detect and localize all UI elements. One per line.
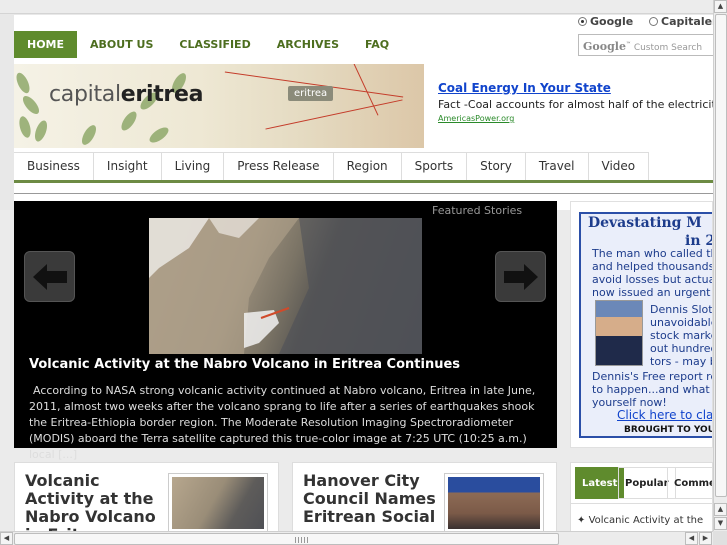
top-navigation: HOME ABOUT US CLASSIFIED ARCHIVES FAQ: [14, 31, 402, 58]
radio-empty-icon: [649, 17, 658, 26]
nav-archives[interactable]: ARCHIVES: [264, 31, 352, 58]
ad-side-line: tors - may b: [650, 355, 713, 368]
tabs-divider: [571, 503, 712, 504]
leaf-icon: [147, 124, 171, 146]
scroll-up-icon[interactable]: ▲: [714, 0, 727, 13]
ad-line: now issued an urgent w: [592, 286, 713, 299]
green-divider: [14, 180, 713, 183]
category-business[interactable]: Business: [14, 153, 94, 180]
ad-line: avoid losses but actuall: [592, 273, 713, 286]
ad-side-line: unavoidable: [650, 316, 713, 329]
scroll-left-icon[interactable]: ◀: [685, 532, 698, 545]
scroll-right-icon[interactable]: ▶: [699, 532, 712, 545]
ad-side-line: stock marke: [650, 329, 713, 342]
nav-about-us[interactable]: ABOUT US: [77, 31, 166, 58]
top-strip: [0, 0, 713, 14]
satellite-image: [149, 218, 422, 354]
ad-line: to happen...and what yo: [592, 383, 713, 396]
ad-url-link[interactable]: AmericasPower.org: [438, 114, 514, 123]
banner-tag: eritrea: [288, 86, 334, 101]
story-card-title[interactable]: Hanover City Council Names Eritrean Soci…: [303, 472, 443, 526]
ad-text: Fact -Coal accounts for almost half of t…: [438, 98, 713, 111]
ad-side-line: Dennis Sloth: [650, 303, 713, 316]
leaf-icon: [20, 93, 42, 117]
latest-list-item[interactable]: ✦ Volcanic Activity at the: [577, 515, 703, 526]
nav-classified[interactable]: CLASSIFIED: [166, 31, 263, 58]
category-navigation: Business Insight Living Press Release Re…: [14, 152, 650, 180]
scroll-down-icon[interactable]: ▼: [714, 517, 727, 530]
ad-line: and helped thousands c: [592, 260, 713, 273]
leaf-icon: [17, 115, 33, 139]
map-road: [265, 99, 403, 130]
search-input[interactable]: Google™ Custom Search: [578, 34, 713, 56]
scroll-up-icon[interactable]: ▲: [714, 503, 727, 516]
slider-prev-button[interactable]: [24, 251, 75, 302]
ad-headline: Devastating M: [588, 215, 702, 231]
ad-title-link[interactable]: Coal Energy In Your State: [438, 81, 611, 95]
leaf-icon: [118, 109, 140, 133]
sidebar-ad[interactable]: Devastating M in 2 The man who called th…: [570, 201, 713, 448]
vertical-scrollbar[interactable]: ▲ ▲ ▼: [713, 0, 727, 531]
arrow-left-icon: [33, 264, 67, 290]
slider-next-button[interactable]: [495, 251, 546, 302]
horizontal-scrollbar[interactable]: ◀ ◀ ▶: [0, 531, 713, 545]
scrollbar-corner: [713, 531, 727, 545]
story-card[interactable]: Volcanic Activity at the Nabro Volcano i…: [14, 462, 279, 531]
leaf-icon: [32, 118, 50, 144]
story-card-title[interactable]: Volcanic Activity at the Nabro Volcano i…: [25, 472, 165, 532]
portrait-image: [595, 300, 643, 366]
bullet-icon: ✦: [577, 515, 589, 526]
ad-side-line: out hundred: [650, 342, 713, 355]
site-logo[interactable]: capitaleritrea: [49, 82, 203, 107]
radio-selected-icon: [578, 17, 587, 26]
thin-divider: [14, 193, 713, 194]
category-press-release[interactable]: Press Release: [224, 153, 334, 180]
leaf-icon: [14, 70, 33, 96]
posts-tabs: Latest Popular Commen ✦ Volcanic Activit…: [570, 462, 713, 531]
ad-footer: BROUGHT TO YOU I: [624, 425, 713, 435]
vertical-scroll-thumb[interactable]: [715, 14, 727, 497]
ad-cta-link[interactable]: Click here to clain: [617, 408, 712, 422]
story-card[interactable]: Hanover City Council Names Eritrean Soci…: [292, 462, 557, 531]
arrow-right-icon: [504, 264, 538, 290]
ad-line: Dennis's Free report re: [592, 370, 713, 383]
category-sports[interactable]: Sports: [402, 153, 468, 180]
google-logo: Google™: [583, 40, 631, 53]
search-option-google[interactable]: Google: [578, 15, 633, 28]
nav-faq[interactable]: FAQ: [352, 31, 402, 58]
category-region[interactable]: Region: [334, 153, 402, 180]
browser-viewport: Google Capitaleri Google™ Custom Search …: [0, 0, 713, 531]
category-insight[interactable]: Insight: [94, 153, 162, 180]
category-story[interactable]: Story: [467, 153, 526, 180]
slide-title[interactable]: Volcanic Activity at the Nabro Volcano i…: [29, 357, 460, 372]
category-video[interactable]: Video: [589, 153, 650, 180]
category-living[interactable]: Living: [162, 153, 225, 180]
slide-excerpt: According to NASA strong volcanic activi…: [29, 384, 536, 461]
story-card-thumbnail[interactable]: [168, 473, 268, 531]
search-option-site[interactable]: Capitaleri: [649, 15, 713, 28]
ad-line: The man who called the: [592, 247, 713, 260]
leaf-icon: [79, 122, 99, 148]
category-travel[interactable]: Travel: [526, 153, 589, 180]
tab-comments[interactable]: Commen: [667, 467, 712, 499]
scroll-left-icon[interactable]: ◀: [0, 532, 13, 545]
sidebar-ad-box: Devastating M in 2 The man who called th…: [579, 212, 713, 438]
nav-home[interactable]: HOME: [14, 31, 78, 58]
slide-image[interactable]: [149, 218, 422, 354]
tab-latest[interactable]: Latest: [575, 467, 625, 499]
featured-label: Featured Stories: [432, 204, 523, 217]
story-card-thumbnail[interactable]: [444, 473, 544, 531]
grip-icon: [295, 537, 309, 543]
horizontal-scroll-thumb[interactable]: [14, 533, 559, 545]
